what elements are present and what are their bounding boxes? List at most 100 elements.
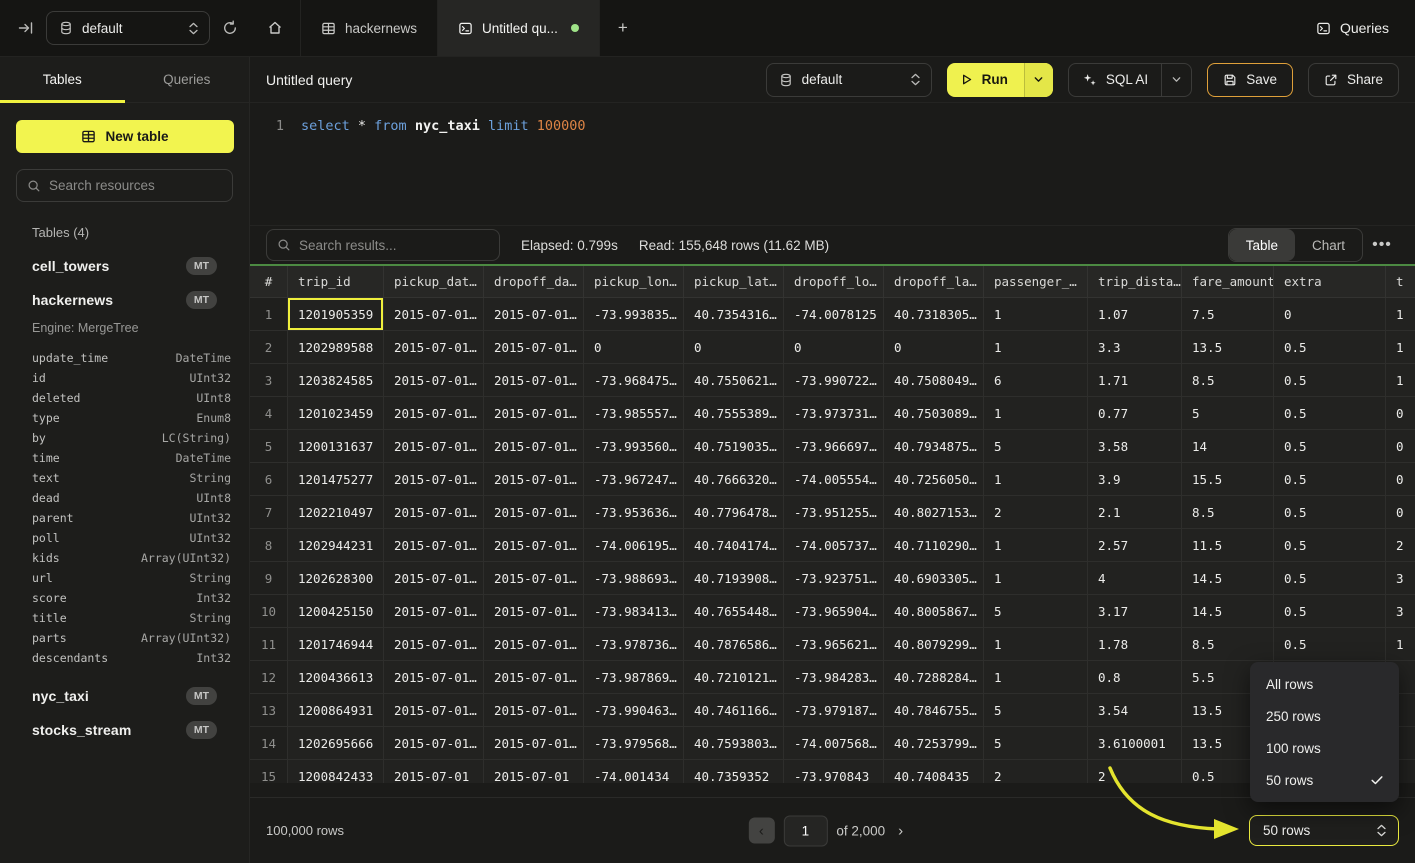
table-cell[interactable]: 40.7503089…: [884, 397, 984, 429]
table-cell[interactable]: 40.7519035…: [684, 430, 784, 462]
table-cell[interactable]: 5: [984, 595, 1088, 627]
table-cell[interactable]: 1: [984, 529, 1088, 561]
table-cell[interactable]: 3.54: [1088, 694, 1182, 726]
table-cell[interactable]: 14.5: [1182, 595, 1274, 627]
table-cell[interactable]: -74.006195…: [584, 529, 684, 561]
table-row[interactable]: 712022104972015-07-01…2015-07-01…-73.953…: [250, 496, 1415, 529]
table-cell[interactable]: 40.7110290…: [884, 529, 984, 561]
row-number[interactable]: 15: [250, 760, 288, 783]
table-cell[interactable]: 40.7666320…: [684, 463, 784, 495]
table-cell[interactable]: 3.6100001: [1088, 727, 1182, 759]
more-options-icon[interactable]: •••: [1365, 236, 1399, 254]
row-number[interactable]: 4: [250, 397, 288, 429]
table-cell[interactable]: 40.7876586…: [684, 628, 784, 660]
run-button[interactable]: Run: [947, 63, 1053, 97]
table-cell[interactable]: 40.8005867…: [884, 595, 984, 627]
table-row[interactable]: 112019053592015-07-01…2015-07-01…-73.993…: [250, 298, 1415, 331]
table-cell[interactable]: -73.990463…: [584, 694, 684, 726]
table-cell[interactable]: 40.7256050…: [884, 463, 984, 495]
table-cell[interactable]: 2015-07-01…: [384, 661, 484, 693]
sidebar-tab-tables[interactable]: Tables: [0, 57, 125, 102]
table-cell[interactable]: 0.8: [1088, 661, 1182, 693]
table-cell[interactable]: 2015-07-01…: [484, 364, 584, 396]
table-cell[interactable]: 0.5: [1274, 430, 1386, 462]
save-button[interactable]: Save: [1207, 63, 1293, 97]
table-cell[interactable]: 2: [984, 760, 1088, 783]
table-cell[interactable]: 2: [1386, 529, 1415, 561]
table-cell[interactable]: -74.005554…: [784, 463, 884, 495]
table-cell[interactable]: 2.1: [1088, 496, 1182, 528]
table-cell[interactable]: 0.5: [1274, 364, 1386, 396]
column-header[interactable]: dropoff_lo…: [784, 266, 884, 297]
table-cell[interactable]: 40.8027153…: [884, 496, 984, 528]
table-row[interactable]: 1012004251502015-07-01…2015-07-01…-73.98…: [250, 595, 1415, 628]
table-row[interactable]: 1312008649312015-07-01…2015-07-01…-73.99…: [250, 694, 1415, 727]
table-cell[interactable]: 3.17: [1088, 595, 1182, 627]
table-cell[interactable]: 1: [984, 463, 1088, 495]
table-cell[interactable]: 14.5: [1182, 562, 1274, 594]
sidebar-table-item[interactable]: hackernewsMT: [0, 283, 249, 316]
row-number[interactable]: 9: [250, 562, 288, 594]
table-cell[interactable]: -73.966697…: [784, 430, 884, 462]
table-cell[interactable]: -73.973731…: [784, 397, 884, 429]
sidebar-table-item[interactable]: stocks_streamMT: [0, 713, 249, 746]
table-cell[interactable]: 0: [1386, 430, 1415, 462]
table-row[interactable]: 1212004366132015-07-01…2015-07-01…-73.98…: [250, 661, 1415, 694]
table-cell[interactable]: -73.985557…: [584, 397, 684, 429]
row-number[interactable]: 14: [250, 727, 288, 759]
table-cell[interactable]: 13.5: [1182, 331, 1274, 363]
table-row[interactable]: 512001316372015-07-01…2015-07-01…-73.993…: [250, 430, 1415, 463]
tab-home[interactable]: [250, 0, 301, 56]
table-cell[interactable]: 40.8079299…: [884, 628, 984, 660]
refresh-icon[interactable]: [222, 20, 238, 36]
table-cell[interactable]: -73.988693…: [584, 562, 684, 594]
table-cell[interactable]: 40.7934875…: [884, 430, 984, 462]
table-cell[interactable]: -73.987869…: [584, 661, 684, 693]
table-cell[interactable]: 40.7593803…: [684, 727, 784, 759]
previous-page-button[interactable]: ‹: [748, 818, 774, 844]
table-cell[interactable]: -73.970843: [784, 760, 884, 783]
queries-button[interactable]: Queries: [1316, 0, 1415, 56]
table-cell[interactable]: -73.979568…: [584, 727, 684, 759]
table-cell[interactable]: 2015-07-01…: [484, 529, 584, 561]
table-cell[interactable]: -74.007568…: [784, 727, 884, 759]
table-cell[interactable]: 3.9: [1088, 463, 1182, 495]
table-cell[interactable]: -73.967247…: [584, 463, 684, 495]
table-cell[interactable]: 1200864931: [288, 694, 384, 726]
page-size-option[interactable]: 100 rows: [1250, 732, 1399, 764]
table-cell[interactable]: 1: [1386, 364, 1415, 396]
table-cell[interactable]: 2015-07-01: [484, 760, 584, 783]
page-size-option[interactable]: 50 rows: [1250, 764, 1399, 796]
sidebar-tab-queries[interactable]: Queries: [125, 57, 250, 102]
tab-hackernews[interactable]: hackernews: [301, 0, 438, 56]
row-number[interactable]: 10: [250, 595, 288, 627]
table-cell[interactable]: 2015-07-01…: [384, 694, 484, 726]
table-row[interactable]: 1512008424332015-07-012015-07-01-74.0014…: [250, 760, 1415, 783]
sql-ai-caret[interactable]: [1161, 64, 1191, 96]
table-cell[interactable]: 1: [984, 298, 1088, 330]
table-cell[interactable]: -73.983413…: [584, 595, 684, 627]
new-tab-button[interactable]: +: [600, 0, 646, 56]
table-cell[interactable]: 5: [984, 694, 1088, 726]
table-cell[interactable]: 40.7288284…: [884, 661, 984, 693]
table-cell[interactable]: 0: [884, 331, 984, 363]
table-cell[interactable]: -74.001434: [584, 760, 684, 783]
column-header[interactable]: pickup_lat…: [684, 266, 784, 297]
table-cell[interactable]: 2: [1088, 760, 1182, 783]
table-cell[interactable]: -73.993835…: [584, 298, 684, 330]
table-cell[interactable]: 2015-07-01…: [484, 298, 584, 330]
table-cell[interactable]: 6: [984, 364, 1088, 396]
table-cell[interactable]: 40.7404174…: [684, 529, 784, 561]
table-cell[interactable]: 40.7193908…: [684, 562, 784, 594]
table-cell[interactable]: -73.923751…: [784, 562, 884, 594]
table-cell[interactable]: -73.978736…: [584, 628, 684, 660]
table-cell[interactable]: 2015-07-01…: [484, 628, 584, 660]
results-search-input[interactable]: [299, 238, 489, 253]
view-toggle-chart[interactable]: Chart: [1295, 229, 1362, 261]
table-cell[interactable]: 0.5: [1274, 595, 1386, 627]
table-cell[interactable]: 3.58: [1088, 430, 1182, 462]
table-cell[interactable]: 1: [1386, 628, 1415, 660]
table-cell[interactable]: 40.7796478…: [684, 496, 784, 528]
table-cell[interactable]: 5: [1182, 397, 1274, 429]
table-cell[interactable]: 0.5: [1274, 562, 1386, 594]
